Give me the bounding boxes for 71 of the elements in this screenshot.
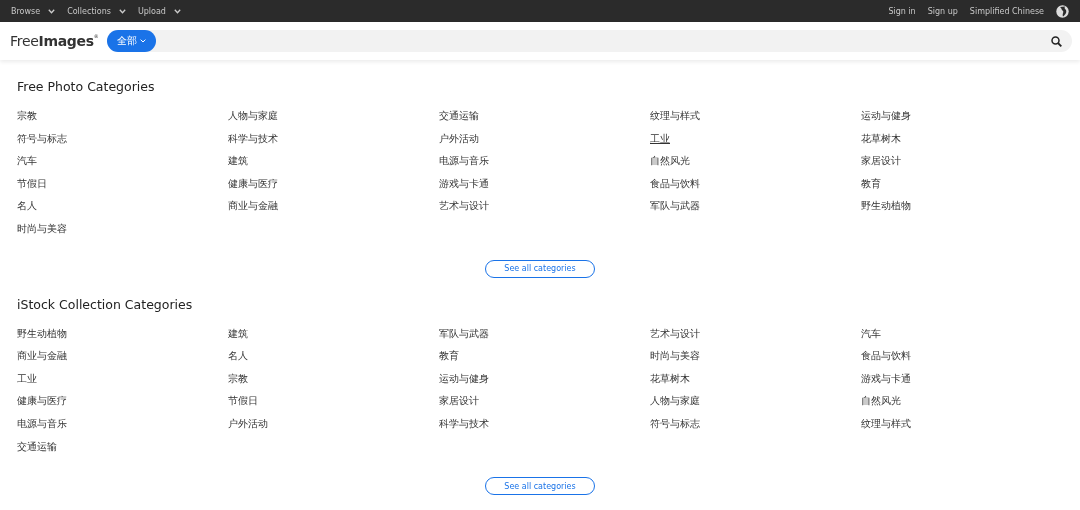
category-link[interactable]: 野生动植物 <box>17 326 67 350</box>
category-link[interactable]: 艺术与设计 <box>439 199 489 222</box>
category-link[interactable]: 艺术与设计 <box>650 326 700 350</box>
nav-menu-link[interactable]: Browse <box>11 6 56 16</box>
category-link[interactable]: 教育 <box>439 349 459 372</box>
category-link[interactable]: 游戏与卡通 <box>439 176 489 200</box>
category-link[interactable]: 交通运输 <box>439 109 479 132</box>
nav-link[interactable]: Sign in <box>888 6 916 16</box>
category-link[interactable]: 交通运输 <box>17 439 57 463</box>
category-link[interactable]: 商业与金融 <box>228 199 278 222</box>
category-link[interactable]: 食品与饮料 <box>861 349 911 372</box>
category-link[interactable]: 建筑 <box>228 154 248 177</box>
caret-icon <box>118 8 126 14</box>
category-link[interactable]: 符号与标志 <box>650 416 700 440</box>
category-link[interactable]: 节假日 <box>17 176 47 200</box>
search-field[interactable]: 全部 <box>106 30 1072 52</box>
category-link[interactable]: 人物与家庭 <box>228 109 278 132</box>
category-link[interactable]: 户外活动 <box>228 416 268 440</box>
category-link[interactable]: 纹理与样式 <box>650 109 700 132</box>
category-link[interactable]: 自然风光 <box>650 154 690 177</box>
caret-icon <box>173 8 181 14</box>
category-link[interactable]: 教育 <box>861 176 881 200</box>
category-link[interactable]: 户外活动 <box>439 131 479 155</box>
nav-link[interactable]: Sign up <box>927 6 958 16</box>
category-link[interactable]: 军队与武器 <box>439 326 489 350</box>
section-title: Free Photo Categories <box>17 78 156 96</box>
see-all-button[interactable]: See all categories <box>485 259 595 278</box>
category-link[interactable]: 宗教 <box>228 371 248 395</box>
category-link[interactable]: 名人 <box>228 349 248 372</box>
see-all-button[interactable]: See all categories <box>485 477 595 496</box>
category-link[interactable]: 名人 <box>17 199 37 222</box>
nav-link[interactable]: Simplified Chinese <box>969 6 1044 16</box>
caret-icon <box>48 8 56 14</box>
category-link[interactable]: 花草树木 <box>650 371 690 395</box>
category-link[interactable]: 汽车 <box>861 326 881 350</box>
category-link[interactable]: 科学与技术 <box>228 131 278 155</box>
category-link[interactable]: 工业 <box>650 131 670 155</box>
category-link[interactable]: 科学与技术 <box>439 416 489 440</box>
category-link[interactable]: 家居设计 <box>861 154 901 177</box>
nav-menu-link[interactable]: Upload <box>137 6 181 16</box>
category-link[interactable]: 建筑 <box>228 326 248 350</box>
category-link[interactable]: 花草树木 <box>861 131 901 155</box>
section-title: iStock Collection Categories <box>17 295 194 314</box>
category-link[interactable]: 人物与家庭 <box>650 394 700 417</box>
category-link[interactable]: 符号与标志 <box>17 131 67 155</box>
category-link[interactable]: 健康与医疗 <box>17 394 67 417</box>
category-link[interactable]: 军队与武器 <box>650 199 700 222</box>
category-link[interactable]: 工业 <box>17 371 37 395</box>
category-link[interactable]: 食品与饮料 <box>650 176 700 200</box>
globe-icon[interactable] <box>1056 4 1069 18</box>
category-link[interactable]: 时尚与美容 <box>17 221 67 245</box>
category-link[interactable]: 自然风光 <box>861 394 901 417</box>
category-link[interactable]: 纹理与样式 <box>861 416 911 440</box>
category-link[interactable]: 商业与金融 <box>17 349 67 372</box>
logo[interactable]: FreeImages$^{®}$ <box>10 33 99 49</box>
category-link[interactable]: 节假日 <box>228 394 258 417</box>
category-link[interactable]: 电源与音乐 <box>17 416 67 440</box>
category-link[interactable]: 运动与健身 <box>439 371 489 395</box>
search-icon[interactable] <box>1051 35 1062 47</box>
category-link[interactable]: 健康与医疗 <box>228 176 278 200</box>
category-link[interactable]: 宗教 <box>17 109 37 132</box>
category-link[interactable]: 野生动植物 <box>861 199 911 222</box>
category-link[interactable]: 电源与音乐 <box>439 154 489 177</box>
category-link[interactable]: 汽车 <box>17 154 37 177</box>
scope-dropdown[interactable]: 全部 <box>106 30 156 52</box>
caret-icon <box>139 39 146 43</box>
category-link[interactable]: 游戏与卡通 <box>861 371 911 395</box>
category-link[interactable]: 运动与健身 <box>861 109 911 132</box>
nav-menu-link[interactable]: Collections <box>67 6 126 16</box>
category-link[interactable]: 时尚与美容 <box>650 349 700 372</box>
category-link[interactable]: 家居设计 <box>439 394 479 417</box>
